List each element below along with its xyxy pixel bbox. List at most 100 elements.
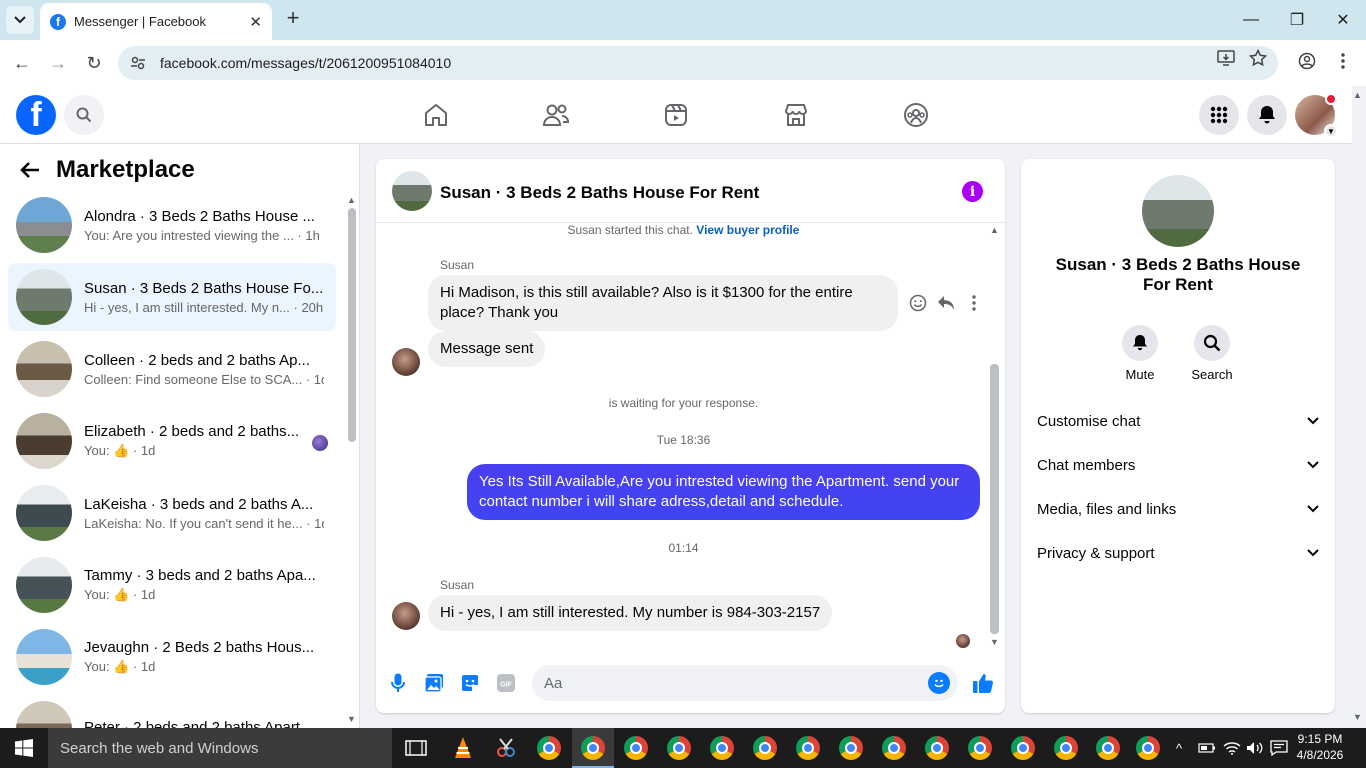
facebook-search-button[interactable] — [64, 95, 104, 135]
chat-members-section[interactable]: Chat members — [1037, 451, 1319, 479]
listing-avatar[interactable] — [1142, 175, 1214, 247]
page-scroll-down-icon[interactable]: ▼ — [1353, 712, 1362, 722]
scroll-down-arrow-icon[interactable]: ▼ — [990, 637, 999, 647]
incoming-message[interactable]: Hi - yes, I am still interested. My numb… — [428, 595, 833, 631]
info-icon[interactable]: i — [962, 181, 983, 202]
chat-scrollbar[interactable] — [990, 364, 999, 634]
scroll-up-arrow-icon[interactable]: ▲ — [990, 225, 999, 235]
browser-menu-icon[interactable] — [1333, 51, 1353, 71]
groups-icon[interactable] — [901, 100, 931, 130]
chrome-app-icon[interactable] — [581, 736, 605, 760]
minimize-button[interactable]: — — [1228, 0, 1274, 40]
conversation-item-colleen[interactable]: Colleen · 2 beds and 2 baths Ap... Collee… — [8, 335, 336, 403]
facebook-logo-icon[interactable]: f — [16, 95, 56, 135]
conversation-item-tammy[interactable]: Tammy · 3 beds and 2 baths Apa... You: 👍 … — [8, 551, 336, 619]
react-emoji-icon[interactable] — [908, 293, 928, 313]
scroll-up-arrow-icon[interactable]: ▲ — [347, 195, 356, 205]
customise-chat-section[interactable]: Customise chat — [1037, 407, 1319, 435]
conversation-item-elizabeth[interactable]: Elizabeth · 2 beds and 2 baths... You: 👍 … — [8, 407, 336, 475]
start-button[interactable] — [0, 728, 48, 768]
taskbar-search[interactable]: Search the web and Windows — [48, 728, 392, 768]
volume-icon[interactable] — [1246, 728, 1264, 768]
chrome-app-icon[interactable] — [753, 736, 777, 760]
chat-avatar[interactable] — [392, 171, 432, 211]
tab-close-icon[interactable]: ✕ — [249, 13, 262, 31]
facebook-favicon-icon: f — [50, 13, 66, 30]
outgoing-message[interactable]: Yes Its Still Available,Are you intreste… — [467, 464, 980, 520]
page-scroll-up-icon[interactable]: ▲ — [1353, 90, 1362, 100]
scroll-down-arrow-icon[interactable]: ▼ — [347, 714, 356, 724]
sender-avatar[interactable] — [392, 602, 420, 630]
address-bar[interactable]: facebook.com/messages/t/2061200951084010 — [118, 46, 1278, 80]
wifi-icon[interactable] — [1223, 728, 1241, 768]
browser-tab[interactable]: f Messenger | Facebook ✕ — [40, 3, 272, 40]
chrome-app-icon[interactable] — [624, 736, 648, 760]
message-input[interactable]: Aa — [532, 665, 958, 701]
mute-button[interactable]: Mute — [1110, 325, 1170, 382]
chat-title[interactable]: Susan · 3 Beds 2 Baths House For Rent — [440, 183, 759, 203]
snipping-tool-icon[interactable] — [494, 736, 518, 760]
conversation-name: Peter · 2 beds and 2 baths Apart... — [84, 719, 313, 728]
vlc-icon[interactable] — [451, 736, 475, 760]
action-center-icon[interactable] — [1270, 728, 1288, 768]
video-icon[interactable] — [661, 100, 691, 130]
tray-chevron-up-icon[interactable]: ^ — [1176, 728, 1182, 768]
incoming-message[interactable]: Hi Madison, is this still available? Als… — [428, 275, 898, 331]
chrome-app-icon[interactable] — [925, 736, 949, 760]
profile-icon[interactable] — [1297, 51, 1317, 71]
conversation-item-peter[interactable]: Peter · 2 beds and 2 baths Apart... — [8, 695, 336, 728]
sticker-icon[interactable] — [459, 672, 481, 694]
emoji-icon[interactable] — [928, 672, 950, 694]
chrome-app-icon[interactable] — [1011, 736, 1035, 760]
microphone-icon[interactable] — [387, 672, 409, 694]
task-view-icon[interactable] — [404, 736, 428, 760]
chrome-app-icon[interactable] — [537, 736, 561, 760]
more-options-icon[interactable] — [964, 293, 984, 313]
chrome-app-icon[interactable] — [1136, 736, 1160, 760]
chrome-app-icon[interactable] — [1054, 736, 1078, 760]
photo-icon[interactable] — [423, 672, 445, 694]
chrome-app-icon[interactable] — [968, 736, 992, 760]
chat-header: Susan · 3 Beds 2 Baths House For Rent i — [376, 159, 1005, 223]
home-icon[interactable] — [421, 100, 451, 130]
message-sent-bubble[interactable]: Message sent — [428, 331, 546, 367]
listing-thumbnail — [16, 629, 72, 685]
chrome-app-icon[interactable] — [710, 736, 734, 760]
search-in-chat-button[interactable]: Search — [1182, 325, 1242, 382]
marketplace-icon[interactable] — [781, 100, 811, 130]
chrome-app-icon[interactable] — [882, 736, 906, 760]
sender-avatar[interactable] — [392, 348, 420, 376]
chrome-app-icon[interactable] — [1096, 736, 1120, 760]
battery-icon[interactable] — [1198, 728, 1216, 768]
conversation-item-jevaughn[interactable]: Jevaughn · 2 Beds 2 baths Hous... You: 👍 … — [8, 623, 336, 691]
sidebar-scrollbar[interactable] — [348, 208, 356, 442]
conversation-item-susan[interactable]: Susan · 3 Beds 2 Baths House Fo... Hi - y… — [8, 263, 336, 331]
chrome-app-icon[interactable] — [667, 736, 691, 760]
notifications-button[interactable] — [1247, 95, 1287, 135]
privacy-support-section[interactable]: Privacy & support — [1037, 539, 1319, 567]
url-text: facebook.com/messages/t/2061200951084010 — [160, 55, 452, 71]
back-arrow-icon[interactable] — [20, 161, 40, 179]
install-app-icon[interactable] — [1216, 48, 1236, 68]
bookmark-star-icon[interactable] — [1248, 48, 1268, 68]
reload-button[interactable]: ↻ — [82, 51, 106, 75]
reply-icon[interactable] — [936, 293, 956, 313]
close-window-button[interactable]: ✕ — [1320, 0, 1366, 40]
chrome-app-icon[interactable] — [839, 736, 863, 760]
taskbar-clock[interactable]: 9:15 PM 4/8/2026 — [1290, 731, 1350, 763]
menu-grid-button[interactable] — [1199, 95, 1239, 135]
back-button[interactable]: ← — [10, 51, 34, 75]
maximize-button[interactable]: ❐ — [1274, 0, 1320, 40]
conversation-item-alondra[interactable]: Alondra · 3 Beds 2 Baths House ... You: A… — [8, 191, 336, 259]
new-tab-button[interactable]: + — [282, 7, 304, 30]
account-avatar[interactable]: ▼ — [1295, 93, 1338, 138]
like-thumbs-up-icon[interactable] — [972, 672, 994, 694]
gif-icon[interactable]: GIF — [495, 672, 517, 694]
friends-icon[interactable] — [541, 100, 571, 130]
view-buyer-profile-link[interactable]: View buyer profile — [696, 223, 799, 237]
chrome-app-icon[interactable] — [796, 736, 820, 760]
tab-search-button[interactable] — [6, 6, 34, 34]
conversation-item-lakeisha[interactable]: LaKeisha · 3 beds and 2 baths A... LaKeis… — [8, 479, 336, 547]
media-files-links-section[interactable]: Media, files and links — [1037, 495, 1319, 523]
forward-button[interactable]: → — [46, 51, 70, 75]
